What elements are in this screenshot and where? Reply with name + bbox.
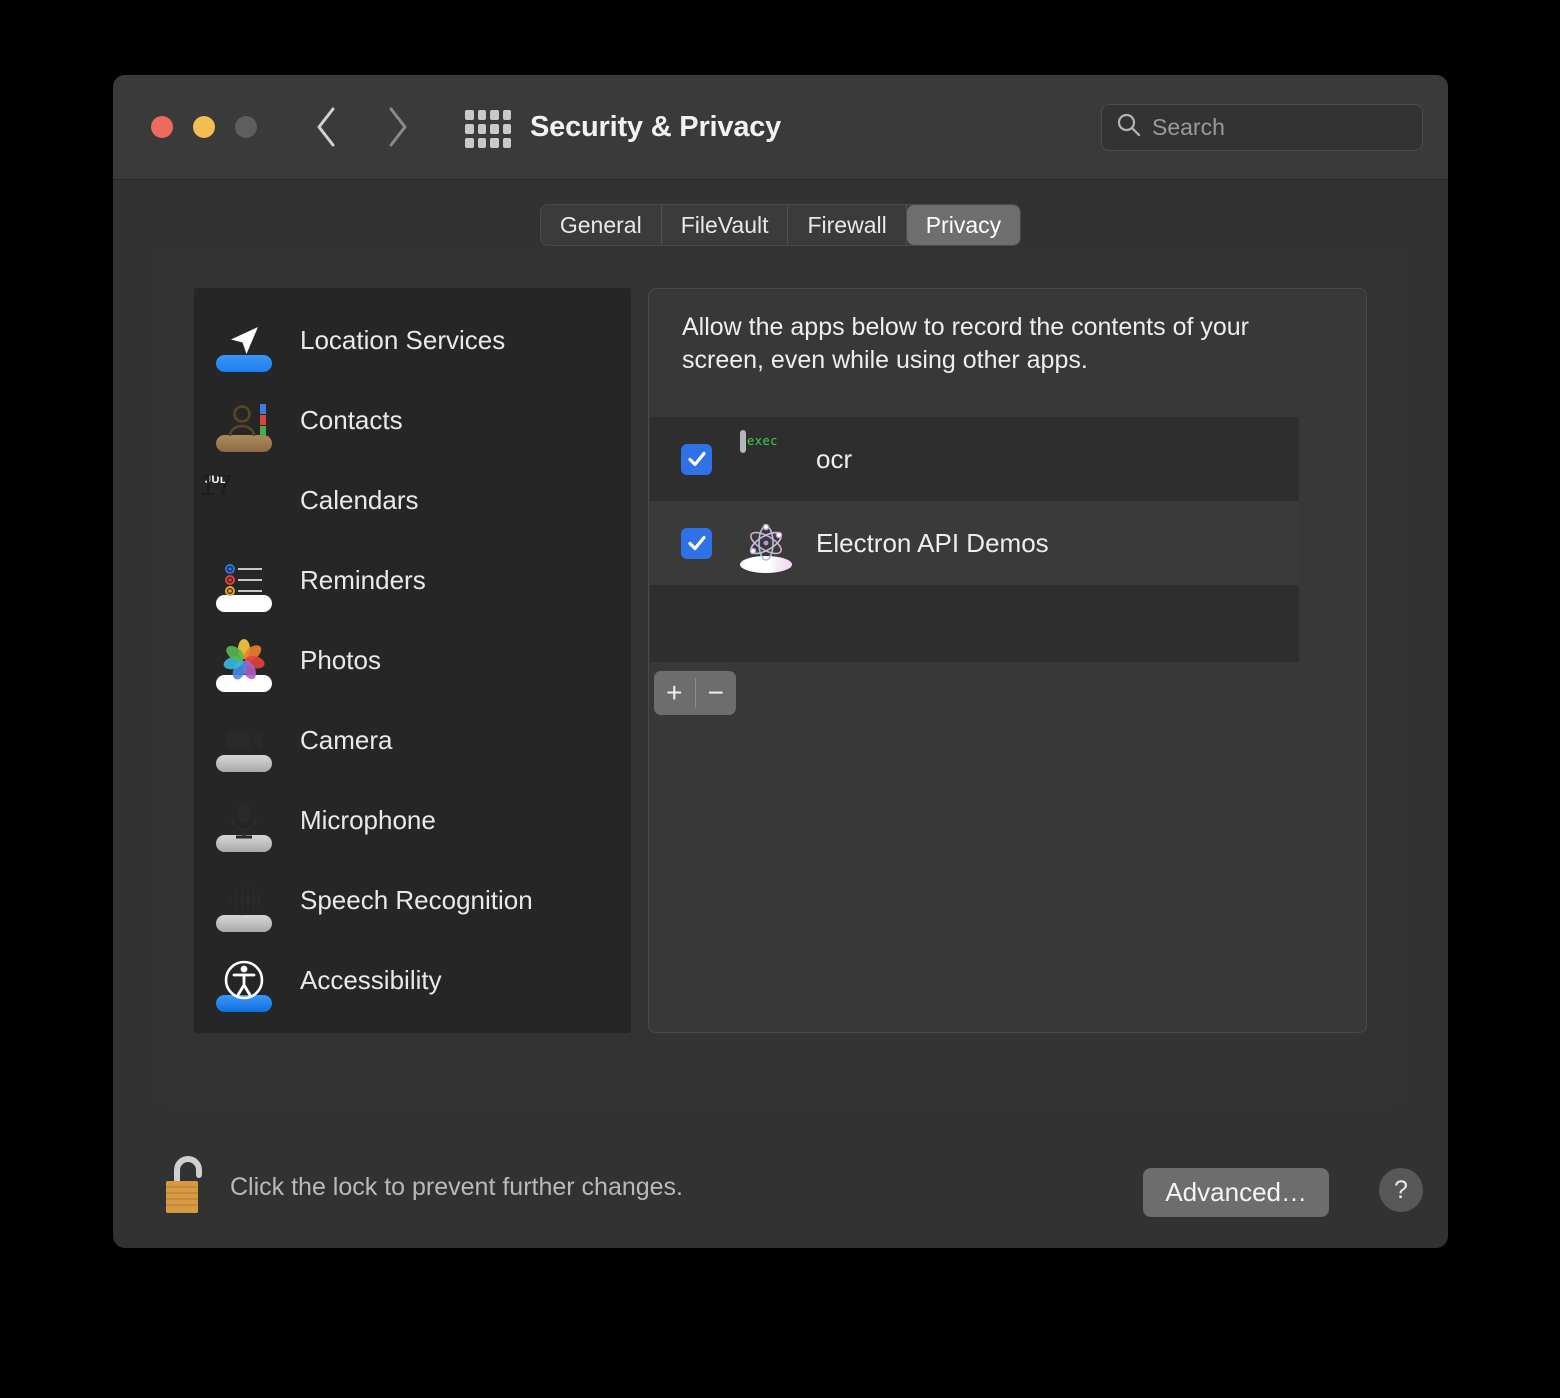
sidebar-item-label: Photos — [300, 644, 381, 675]
sidebar-item-calendars[interactable]: JUL 17 Calendars — [194, 460, 631, 540]
show-all-grid-icon[interactable] — [465, 110, 511, 148]
help-button[interactable]: ? — [1379, 1168, 1423, 1212]
sidebar-item-label: Camera — [300, 724, 393, 755]
accessibility-icon — [216, 952, 272, 1012]
close-button[interactable] — [151, 116, 173, 138]
reminders-icon — [216, 552, 272, 612]
table-row[interactable]: Electron API Demos — [650, 501, 1299, 585]
sidebar-item-accessibility[interactable]: Accessibility — [194, 940, 631, 1020]
speech-recognition-icon — [216, 872, 272, 932]
app-checkbox[interactable] — [681, 527, 712, 559]
sidebar-item-label: Contacts — [300, 404, 403, 435]
content-card: Location Services Contacts Calendars Rem… — [152, 251, 1409, 1106]
terminal-exec-icon: exec — [740, 430, 792, 485]
tab-general[interactable]: General — [541, 205, 662, 245]
lock-icon[interactable] — [161, 1148, 219, 1218]
app-name: ocr — [816, 443, 853, 474]
privacy-category-list[interactable]: Location Services Contacts Calendars Rem… — [194, 288, 631, 1033]
navigation-buttons — [313, 105, 411, 149]
titlebar: Security & Privacy — [113, 75, 1448, 180]
sidebar-item-label: Location Services — [300, 324, 506, 355]
location-services-icon — [216, 312, 272, 372]
zoom-button[interactable] — [235, 116, 257, 138]
privacy-detail-panel: Allow the apps below to record the conte… — [648, 288, 1367, 1033]
sidebar-item-label: Speech Recognition — [300, 884, 533, 915]
sidebar-item-label: Accessibility — [300, 964, 442, 995]
electron-icon — [740, 517, 792, 573]
calendars-icon: JUL 17 — [199, 469, 272, 528]
allowed-apps-list[interactable]: exec ocr Electron API Demos — [650, 417, 1299, 662]
system-preferences-window: Security & Privacy General FileVault Fir… — [113, 75, 1448, 1248]
sidebar-item-label: Microphone — [300, 804, 436, 835]
page-title: Security & Privacy — [530, 111, 782, 143]
search-field[interactable] — [1101, 104, 1448, 151]
camera-icon — [216, 712, 272, 772]
microphone-icon — [216, 792, 272, 852]
contacts-icon — [216, 392, 272, 452]
sidebar-item-microphone[interactable]: Microphone — [194, 780, 631, 860]
sidebar-item-label: Reminders — [300, 564, 426, 595]
sidebar-item-contacts[interactable]: Contacts — [194, 380, 631, 460]
sidebar-item-speech-recognition[interactable]: Speech Recognition — [194, 860, 631, 940]
sidebar-item-camera[interactable]: Camera — [194, 700, 631, 780]
back-chevron-icon[interactable] — [313, 105, 339, 149]
panel-description: Allow the apps below to record the conte… — [682, 313, 1249, 374]
tab-privacy[interactable]: Privacy — [906, 205, 1021, 245]
tab-bar: General FileVault Firewall Privacy — [113, 204, 1448, 246]
table-row-empty — [650, 585, 1299, 662]
terminal-icon-text: exec — [747, 434, 778, 448]
advanced-button[interactable]: Advanced… — [1143, 1168, 1329, 1217]
remove-app-button[interactable]: − — [696, 671, 737, 715]
minimize-button[interactable] — [193, 116, 215, 138]
photos-icon — [216, 632, 272, 692]
sidebar-item-photos[interactable]: Photos — [194, 620, 631, 700]
tab-firewall[interactable]: Firewall — [788, 205, 907, 245]
sidebar-item-reminders[interactable]: Reminders — [194, 540, 631, 620]
forward-chevron-icon[interactable] — [385, 105, 411, 149]
app-name: Electron API Demos — [816, 527, 1049, 558]
table-row[interactable]: exec ocr — [650, 417, 1299, 501]
tab-filevault[interactable]: FileVault — [662, 205, 789, 245]
sidebar-item-label: Calendars — [300, 484, 419, 515]
lock-hint-text: Click the lock to prevent further change… — [230, 1173, 684, 1201]
add-app-button[interactable]: + — [654, 671, 695, 715]
sidebar-item-location-services[interactable]: Location Services — [194, 300, 631, 380]
add-remove-buttons: + − — [654, 671, 736, 715]
search-icon — [1116, 112, 1142, 143]
app-checkbox[interactable] — [681, 443, 712, 475]
search-input[interactable] — [1152, 114, 1448, 141]
traffic-lights — [151, 116, 257, 138]
